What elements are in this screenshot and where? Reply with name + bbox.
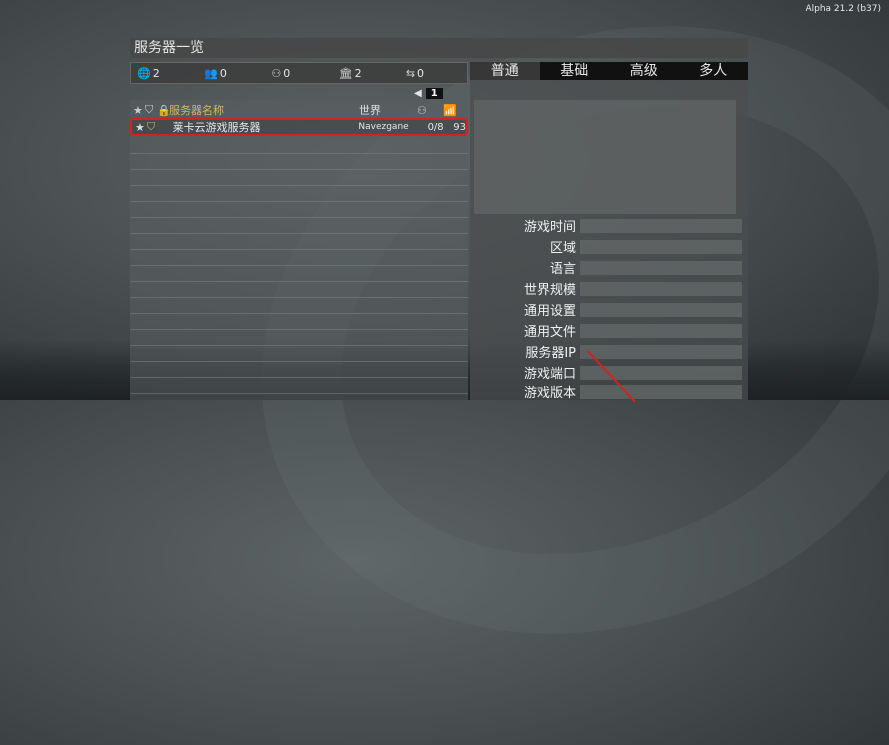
detail-value — [580, 384, 742, 399]
server-ping: 93 — [453, 121, 466, 133]
filter-count: 0 — [283, 66, 291, 80]
table-row[interactable]: ★ ⛉ 莱卡云游戏服务器 Navezgane 0/8 93 — [130, 118, 468, 136]
version-label: Alpha 21.2 (b37) — [805, 4, 881, 14]
page-number: 1 — [425, 87, 443, 99]
detail-label: 游戏时间 — [523, 220, 576, 235]
table-row[interactable] — [130, 218, 468, 234]
table-row[interactable] — [130, 298, 468, 314]
table-row[interactable] — [130, 138, 468, 154]
filter-count: 2 — [354, 66, 362, 80]
filter-transfer[interactable]: ⇆ 0 — [406, 67, 467, 80]
table-row[interactable] — [130, 330, 468, 346]
detail-label: 游戏版本 — [523, 386, 576, 401]
filter-players[interactable]: 👥 0 — [204, 67, 265, 80]
detail-label: 通用设置 — [523, 304, 576, 319]
detail-row: 游戏时间 — [470, 217, 746, 235]
detail-row: 区域 — [470, 238, 746, 256]
detail-row: 服务器IP — [470, 343, 746, 361]
filter-group[interactable]: ⚇ 0 — [271, 67, 332, 80]
detail-value — [580, 239, 742, 254]
lock-icon[interactable]: 🔒 — [157, 104, 171, 117]
shield-icon[interactable]: ⛉ — [145, 103, 157, 117]
detail-row: 世界规模 — [470, 280, 746, 298]
tab-multiplayer[interactable]: 多人 — [679, 62, 749, 80]
detail-row: 通用文件 — [470, 322, 746, 340]
detail-row: 语言 — [470, 259, 746, 277]
table-row[interactable] — [130, 266, 468, 282]
detail-label: 语言 — [549, 262, 576, 277]
server-name: 莱卡云游戏服务器 — [172, 121, 261, 134]
shield-icon: ⛉ — [146, 120, 156, 133]
table-row[interactable] — [130, 314, 468, 330]
prev-page-icon[interactable]: ◀ — [414, 88, 422, 99]
detail-value — [580, 260, 742, 275]
filter-bar: 🌐 2 👥 0 ⚇ 0 🏛 2 ⇆ 0 — [130, 62, 468, 84]
detail-value — [580, 344, 742, 359]
table-row[interactable] — [130, 282, 468, 298]
group-icon: ⚇ — [271, 66, 282, 80]
tab-basic[interactable]: 基础 — [540, 62, 610, 80]
table-row[interactable] — [130, 234, 468, 250]
window-title: 服务器一览 — [130, 38, 748, 58]
table-row[interactable] — [130, 186, 468, 202]
table-row[interactable] — [130, 154, 468, 170]
detail-value — [580, 281, 742, 296]
detail-row: 通用设置 — [470, 301, 746, 319]
detail-label: 服务器IP — [525, 346, 576, 361]
tab-general[interactable]: 普通 — [470, 62, 540, 80]
bank-icon: 🏛 — [338, 66, 353, 80]
star-icon[interactable]: ★ — [135, 121, 147, 134]
filter-count: 0 — [417, 66, 425, 80]
filter-globe[interactable]: 🌐 2 — [137, 67, 198, 80]
column-name[interactable]: 服务器名称 — [169, 102, 359, 118]
star-icon[interactable]: ★ — [133, 104, 145, 117]
players-icon: 👥 — [204, 66, 218, 80]
table-row[interactable] — [130, 346, 468, 362]
ping-icon[interactable]: 📶 — [443, 104, 457, 117]
table-row[interactable] — [130, 170, 468, 186]
players-icon[interactable]: ⚇ — [417, 104, 443, 117]
details-tabs: 普通 基础 高级 多人 — [470, 62, 748, 80]
detail-value — [580, 323, 742, 338]
table-row[interactable] — [130, 202, 468, 218]
detail-label: 世界规模 — [523, 283, 576, 298]
filter-count: 2 — [152, 66, 160, 80]
server-players: 0/8 — [427, 121, 444, 133]
detail-label: 游戏端口 — [523, 367, 576, 382]
table-row[interactable] — [130, 378, 468, 394]
detail-value — [580, 218, 742, 233]
list-header: ★ ⛉ 🔒 服务器名称 世界 ⚇ 📶 — [130, 102, 468, 118]
filter-count: 0 — [219, 66, 227, 80]
table-row[interactable] — [130, 362, 468, 378]
table-row[interactable] — [130, 250, 468, 266]
transfer-icon: ⇆ — [405, 66, 416, 80]
tab-advanced[interactable]: 高级 — [609, 62, 679, 80]
detail-row: 游戏版本 — [470, 383, 746, 401]
column-world[interactable]: 世界 — [359, 102, 417, 118]
detail-label: 区域 — [549, 241, 576, 256]
pager: ◀ 1 — [414, 86, 443, 100]
globe-icon: 🌐 — [137, 66, 151, 80]
server-preview-image — [474, 100, 736, 214]
server-world: Navezgane — [358, 122, 409, 132]
filter-bank[interactable]: 🏛 2 — [339, 67, 400, 80]
detail-label: 通用文件 — [523, 325, 576, 340]
detail-value — [580, 302, 742, 317]
